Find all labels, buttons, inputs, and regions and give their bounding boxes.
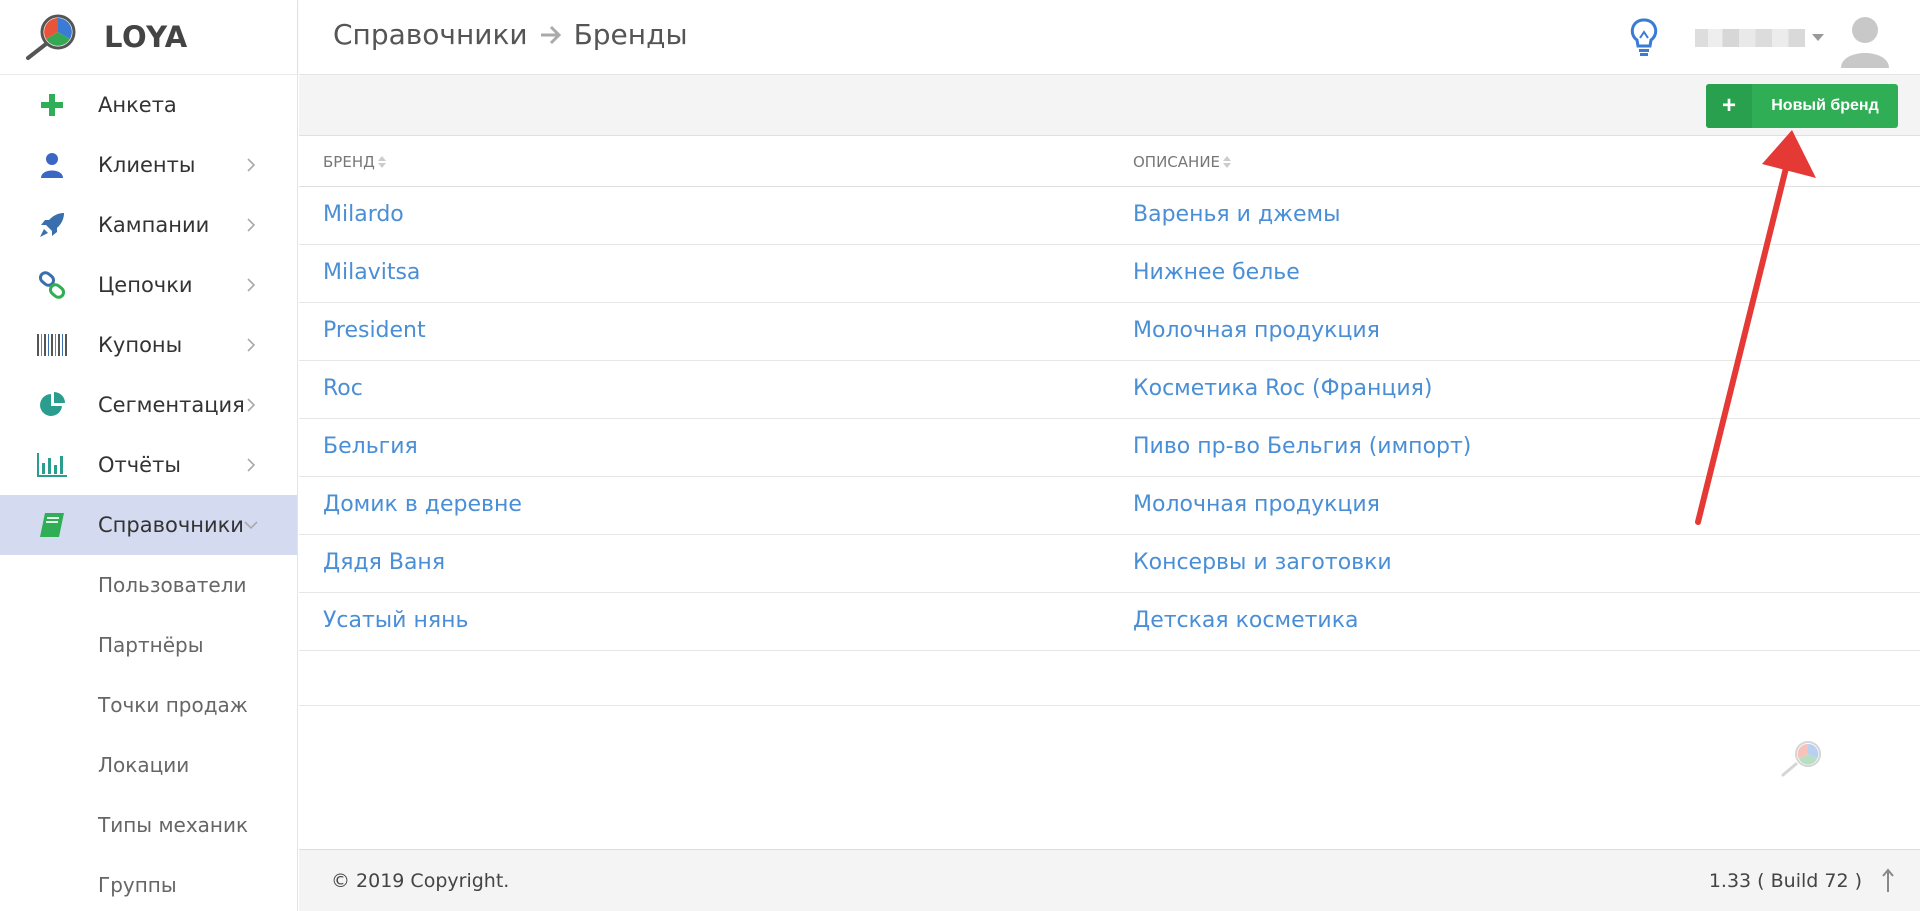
book-icon <box>34 510 70 540</box>
top-header: Справочники Бренды <box>299 0 1920 75</box>
brand-link[interactable]: Усатый нянь <box>323 608 468 633</box>
table-row: Домик в деревне Молочная продукция <box>299 477 1920 535</box>
copyright-text: © 2019 Copyright. <box>331 870 510 892</box>
link-icon <box>34 270 70 300</box>
barcode-icon <box>34 330 70 360</box>
footer: © 2019 Copyright. 1.33 ( Build 72 ) <box>299 849 1920 911</box>
annotation-arrow <box>1695 130 1816 525</box>
brand-link[interactable]: Roc <box>323 376 363 401</box>
column-header-description[interactable]: ОПИСАНИЕ <box>1133 153 1232 171</box>
table-row: Milavitsa Нижнее белье <box>299 245 1920 303</box>
toolbar: + Новый бренд <box>299 76 1920 136</box>
table-row: President Молочная продукция <box>299 303 1920 361</box>
pie-chart-icon <box>34 390 70 420</box>
sidebar-item-directories[interactable]: Справочники <box>0 495 297 555</box>
brand-link[interactable]: Бельгия <box>323 434 418 459</box>
brand-link[interactable]: Milavitsa <box>323 260 420 285</box>
brand-link[interactable]: Дядя Ваня <box>323 550 445 575</box>
table-row: Roc Косметика Roc (Франция) <box>299 361 1920 419</box>
sidebar-subitem-users[interactable]: Пользователи <box>0 555 297 615</box>
lightbulb-icon[interactable] <box>1629 18 1659 58</box>
sort-icon <box>377 155 386 168</box>
arrow-right-icon <box>540 25 561 44</box>
sidebar-item-label: Анкета <box>98 93 177 117</box>
bar-chart-icon <box>34 450 70 480</box>
chevron-right-icon <box>247 338 256 352</box>
caret-down-icon[interactable] <box>1812 34 1824 41</box>
description-link[interactable]: Варенья и джемы <box>1133 202 1340 227</box>
plus-icon <box>34 90 70 120</box>
description-link[interactable]: Косметика Roc (Франция) <box>1133 376 1432 401</box>
breadcrumb: Справочники Бренды <box>333 18 688 51</box>
sidebar-item-segmentation[interactable]: Сегментация <box>0 375 297 435</box>
logo-magnifier-icon <box>26 14 76 60</box>
sidebar-item-anketa[interactable]: Анкета <box>0 75 297 135</box>
sidebar-item-reports[interactable]: Отчёты <box>0 435 297 495</box>
sidebar-item-coupons[interactable]: Купоны <box>0 315 297 375</box>
table-row: Milardo Варенья и джемы <box>299 187 1920 245</box>
column-header-label: БРЕНД <box>323 152 375 171</box>
table-row: Усатый нянь Детская косметика <box>299 593 1920 651</box>
brand-link[interactable]: Домик в деревне <box>323 492 522 517</box>
chevron-right-icon <box>247 458 256 472</box>
user-name-blurred[interactable] <box>1695 29 1805 47</box>
chevron-right-icon <box>247 398 256 412</box>
person-icon <box>34 150 70 180</box>
sidebar-item-label: Отчёты <box>98 453 181 477</box>
sidebar-item-label: Клиенты <box>98 153 196 177</box>
breadcrumb-parent[interactable]: Справочники <box>333 18 528 51</box>
sidebar-subitem-mechanic-types[interactable]: Типы механик <box>0 795 297 855</box>
rocket-icon <box>34 210 70 240</box>
sidebar-item-label: Справочники <box>98 513 244 537</box>
arrow-up-icon[interactable] <box>1882 868 1894 894</box>
sidebar-item-label: Цепочки <box>98 273 193 297</box>
column-header-brand[interactable]: БРЕНД <box>323 153 387 171</box>
description-link[interactable]: Консервы и заготовки <box>1133 550 1392 575</box>
version-text: 1.33 ( Build 72 ) <box>1708 870 1862 892</box>
sidebar-item-campaigns[interactable]: Кампании <box>0 195 297 255</box>
chevron-right-icon <box>247 158 256 172</box>
new-brand-label: Новый бренд <box>1771 97 1879 114</box>
logo-watermark-icon <box>1781 741 1821 777</box>
logo-text: LOYA <box>104 20 188 54</box>
brand-link[interactable]: Milardo <box>323 202 404 227</box>
column-header-label: ОПИСАНИЕ <box>1133 152 1221 171</box>
description-link[interactable]: Пиво пр-во Бельгия (импорт) <box>1133 434 1471 459</box>
sidebar: LOYA Анкета Клиенты Кампании Цепочки Куп… <box>0 0 298 911</box>
sidebar-subitem-partners[interactable]: Партнёры <box>0 615 297 675</box>
sidebar-item-label: Кампании <box>98 213 210 237</box>
table-pagination-row <box>299 651 1920 706</box>
description-link[interactable]: Нижнее белье <box>1133 260 1300 285</box>
sidebar-subitem-points-of-sale[interactable]: Точки продаж <box>0 675 297 735</box>
sidebar-item-chains[interactable]: Цепочки <box>0 255 297 315</box>
chevron-right-icon <box>247 278 256 292</box>
sidebar-subitem-groups[interactable]: Группы <box>0 855 297 911</box>
brand-link[interactable]: President <box>323 318 426 343</box>
sidebar-item-label: Сегментация <box>98 393 245 417</box>
table-header: БРЕНД ОПИСАНИЕ <box>299 137 1920 187</box>
chevron-down-icon <box>244 521 258 530</box>
breadcrumb-current: Бренды <box>573 18 688 51</box>
avatar[interactable] <box>1839 12 1891 68</box>
description-link[interactable]: Молочная продукция <box>1133 492 1380 517</box>
description-link[interactable]: Молочная продукция <box>1133 318 1380 343</box>
sort-icon <box>1223 155 1232 168</box>
table-row: Бельгия Пиво пр-во Бельгия (импорт) <box>299 419 1920 477</box>
sidebar-subitem-locations[interactable]: Локации <box>0 735 297 795</box>
sidebar-item-clients[interactable]: Клиенты <box>0 135 297 195</box>
chevron-right-icon <box>247 218 256 232</box>
table-row: Дядя Ваня Консервы и заготовки <box>299 535 1920 593</box>
brands-table: БРЕНД ОПИСАНИЕ Milardo Варенья и джемы M… <box>299 137 1920 706</box>
sidebar-item-label: Купоны <box>98 333 183 357</box>
logo[interactable]: LOYA <box>0 0 297 75</box>
description-link[interactable]: Детская косметика <box>1133 608 1359 633</box>
